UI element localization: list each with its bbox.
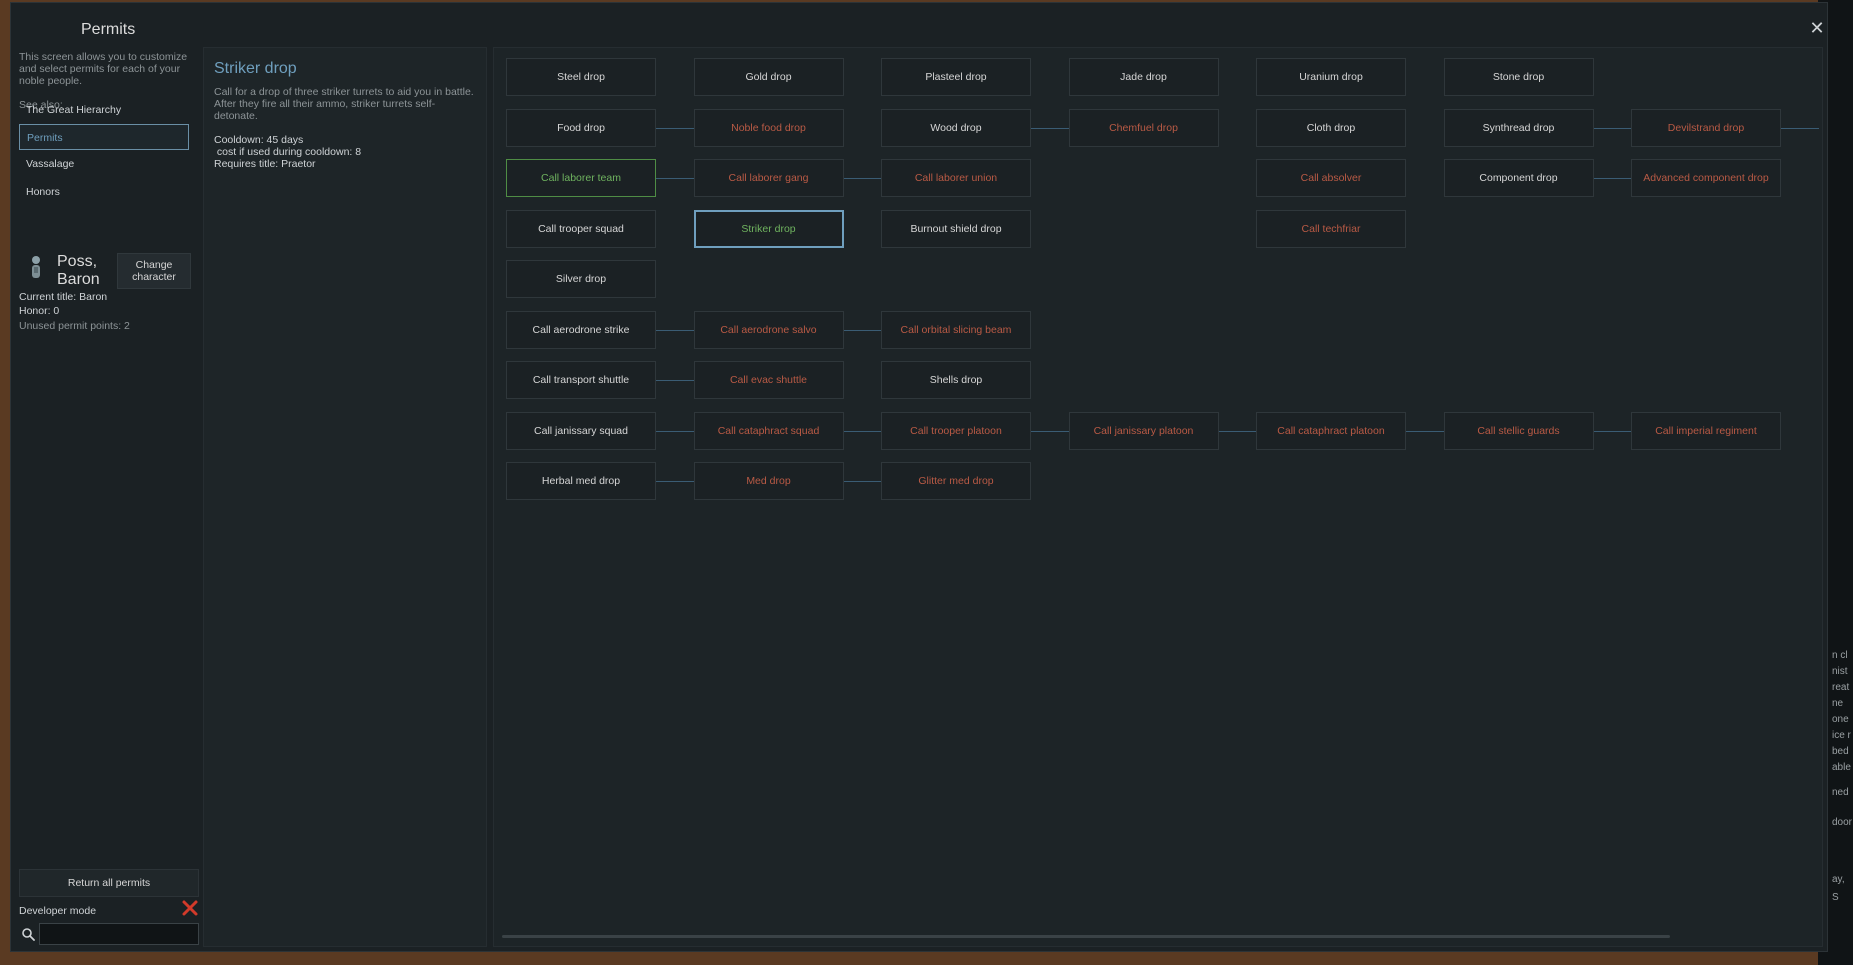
permit-connector — [1593, 127, 1631, 129]
permit-node[interactable]: Silver drop — [506, 260, 656, 298]
window-title: Permits — [81, 21, 136, 38]
permit-node[interactable]: Devilstrand drop — [1631, 108, 1781, 147]
background-text-fragment: nist — [1832, 666, 1848, 677]
permit-connector — [656, 481, 694, 482]
permit-node[interactable]: Call transport shuttle — [506, 361, 656, 399]
permit-node[interactable]: Call stellic guards — [1443, 411, 1594, 450]
permit-node[interactable]: Stone drop — [1443, 58, 1594, 96]
permit-detail-description: Call for a drop of three striker turrets… — [214, 86, 474, 122]
honor-value: Honor: 0 — [19, 305, 60, 317]
permit-node[interactable]: Call janissary platoon — [1068, 411, 1219, 450]
permits-window: ✕ Permits This screen allows you to cust… — [10, 2, 1828, 952]
permit-connector — [656, 430, 694, 432]
developer-mode-label: Developer mode — [19, 905, 97, 917]
permit-node[interactable]: Call aerodrone strike — [506, 310, 656, 349]
background-text-fragment: bed — [1832, 746, 1849, 757]
permit-connector — [1031, 127, 1069, 129]
permit-connector — [656, 178, 694, 179]
permit-cooldown-cost: cost if used during cooldown: 8 — [214, 146, 362, 158]
nav-item-permits[interactable]: Permits — [19, 124, 189, 150]
permit-node[interactable]: Gold drop — [693, 58, 844, 96]
permit-connector — [843, 430, 881, 432]
permit-node[interactable]: Call aerodrone salvo — [693, 310, 844, 349]
permit-node[interactable]: Wood drop — [881, 108, 1031, 147]
background-text-fragment: ice r — [1832, 730, 1851, 741]
change-character-button[interactable]: Change character — [117, 253, 191, 289]
permit-node[interactable]: Food drop — [506, 108, 656, 147]
permit-node[interactable]: Call laborer team — [506, 159, 656, 197]
permit-connector — [1031, 430, 1069, 432]
permit-node[interactable]: Component drop — [1443, 159, 1594, 197]
permit-connector — [1593, 178, 1631, 179]
permit-node[interactable]: Advanced component drop — [1631, 159, 1781, 197]
background-text-fragment: able — [1832, 762, 1851, 773]
permit-node[interactable]: Plasteel drop — [881, 58, 1031, 96]
search-icon — [22, 928, 35, 941]
permit-node[interactable]: Jade drop — [1068, 58, 1219, 96]
nav-item-great-hierarchy[interactable]: The Great Hierarchy — [19, 97, 189, 123]
background-text-fragment: n cl — [1832, 650, 1848, 661]
permit-connector — [1218, 430, 1256, 432]
permit-node[interactable]: Call imperial regiment — [1631, 411, 1781, 450]
permit-node[interactable]: Synthread drop — [1443, 108, 1594, 147]
permit-node[interactable]: Call janissary squad — [506, 411, 656, 450]
permit-connector — [843, 178, 881, 179]
permit-node[interactable]: Glitter med drop — [881, 462, 1031, 500]
background-text-fragment: ned — [1832, 787, 1849, 798]
permit-connector — [843, 329, 881, 331]
horizontal-scrollbar[interactable] — [502, 935, 1670, 938]
permit-node[interactable]: Call laborer union — [881, 159, 1031, 197]
permit-node[interactable]: Call orbital slicing beam — [881, 310, 1031, 349]
permit-node[interactable]: Shells drop — [881, 361, 1031, 399]
permit-node[interactable]: Call evac shuttle — [693, 361, 844, 399]
nav-item-vassalage[interactable]: Vassalage — [19, 151, 189, 177]
permit-node[interactable]: Cloth drop — [1256, 108, 1406, 147]
noble-avatar-icon — [32, 256, 40, 278]
noble-name: Poss, Baron — [57, 253, 100, 288]
permit-cooldown: Cooldown: 45 days — [214, 134, 304, 146]
background-text-fragment: door — [1832, 817, 1853, 828]
permit-node[interactable]: Call trooper platoon — [881, 411, 1031, 450]
unused-permit-points: Unused permit points: 2 — [19, 320, 130, 332]
permit-connector — [656, 127, 694, 129]
background-text-fragment: ne — [1832, 698, 1844, 709]
permit-connector — [1781, 127, 1819, 129]
permit-connector — [656, 380, 694, 381]
background-text-fragment: reat — [1832, 682, 1850, 693]
permit-node[interactable]: Steel drop — [506, 58, 656, 96]
permit-required-title: Requires title: Praetor — [214, 158, 316, 170]
permit-connector — [1406, 430, 1444, 432]
permit-node[interactable]: Striker drop — [693, 209, 844, 248]
permit-node[interactable]: Noble food drop — [693, 108, 844, 147]
permit-node[interactable]: Burnout shield drop — [881, 209, 1031, 248]
current-title: Current title: Baron — [19, 291, 108, 303]
permit-node[interactable]: Med drop — [693, 462, 844, 500]
close-button[interactable]: ✕ — [1806, 17, 1828, 39]
developer-mode-toggle-x-icon[interactable] — [181, 899, 199, 917]
permit-detail-title: Striker drop — [214, 60, 297, 77]
permit-node[interactable]: Call laborer gang — [693, 159, 844, 197]
permit-tree: Steel drop Gold drop Plasteel drop Jade dro… — [493, 47, 1823, 947]
permit-node[interactable]: Call absolver — [1256, 159, 1406, 197]
permit-node[interactable]: Call cataphract platoon — [1256, 411, 1406, 450]
permit-node[interactable]: Chemfuel drop — [1068, 108, 1219, 147]
permit-node[interactable]: Call cataphract squad — [693, 411, 844, 450]
permit-node[interactable]: Call trooper squad — [506, 209, 656, 248]
permit-connector — [656, 329, 694, 331]
permit-node[interactable]: Uranium drop — [1256, 58, 1406, 96]
background-text-fragment: one — [1832, 714, 1849, 725]
permit-connector — [1593, 430, 1631, 432]
permit-connector — [843, 481, 881, 482]
background-text-fragment: ay, — [1832, 874, 1845, 885]
permit-node[interactable]: Herbal med drop — [506, 462, 656, 500]
screen-description: This screen allows you to customize and … — [19, 51, 188, 87]
return-all-permits-button[interactable]: Return all permits — [19, 869, 199, 897]
permit-detail-panel: Striker drop Call for a drop of three st… — [203, 47, 487, 947]
nav-item-honors[interactable]: Honors — [19, 179, 189, 205]
permit-node[interactable]: Call techfriar — [1256, 209, 1406, 248]
search-input[interactable] — [39, 923, 199, 945]
background-text-fragment: S — [1832, 892, 1839, 903]
